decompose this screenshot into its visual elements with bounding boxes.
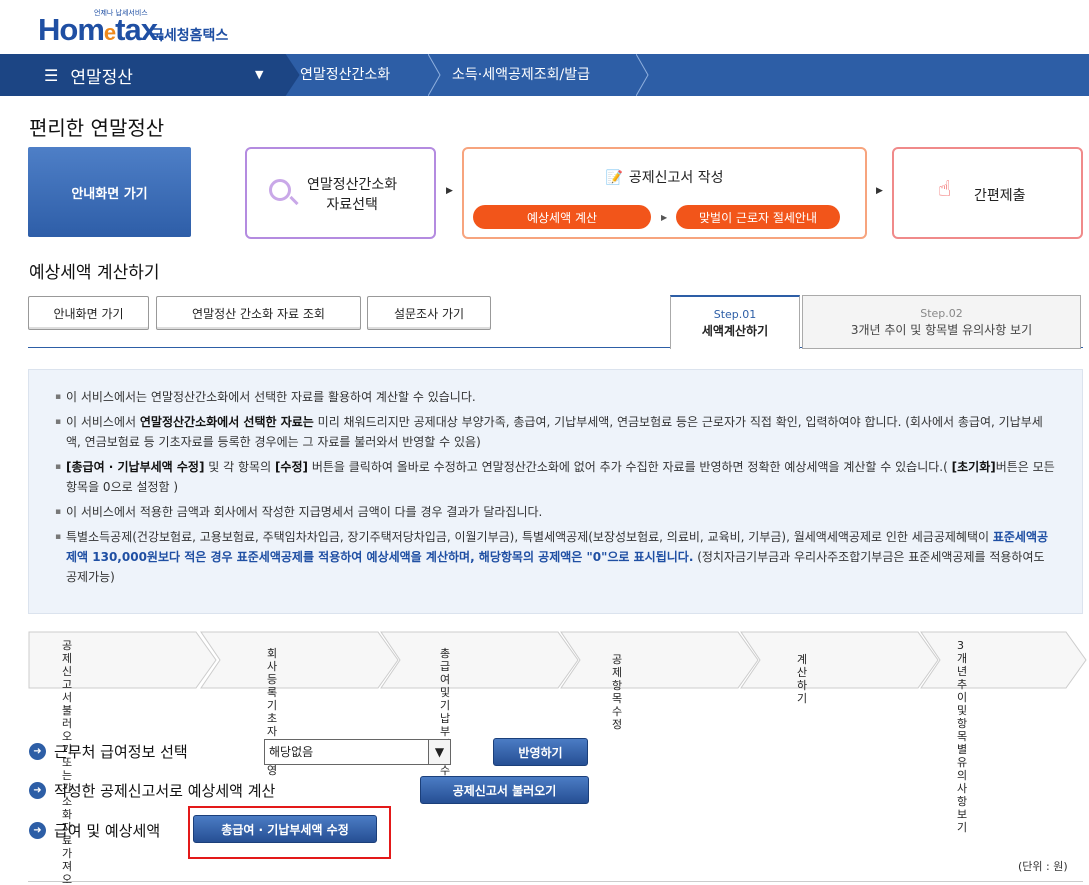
info-item: 이 서비스에서는 연말정산간소화에서 선택한 자료를 활용하여 계산할 수 있습… [55, 387, 1056, 407]
flow-label: 계산하기 [797, 653, 808, 705]
menu-dropdown[interactable]: ☰ 연말정산 ▼ [0, 54, 285, 96]
salary-estimate-row: ➜ 급여 및 예상세액 [29, 820, 160, 841]
form-estimate-row: ➜ 작성한 공제신고서로 예상세액 계산 [29, 780, 275, 801]
select-value: 해당없음 [269, 745, 314, 759]
pointer-hand-icon: ☝ [938, 177, 952, 202]
flow-label: 총급여 및기납부세액 수정 [440, 647, 451, 790]
arrow-right-icon: ▶ [876, 186, 883, 196]
workplace-salary-row: ➜ 근무처 급여정보 선택 [29, 741, 188, 762]
load-deduction-form-button[interactable]: 공제신고서 불러오기 [420, 776, 589, 804]
hamburger-icon: ☰ [44, 65, 59, 85]
row-label: 근무처 급여정보 선택 [54, 743, 188, 761]
arrow-right-icon: ▶ [661, 213, 668, 222]
unit-label: (단위 : 원) [1018, 860, 1068, 873]
info-item: 이 서비스에서 적용한 금액과 회사에서 작성한 지급명세서 금액이 다를 경우… [55, 502, 1056, 522]
chevron-down-icon: ▼ [255, 68, 264, 81]
arrow-circle-icon: ➜ [29, 782, 46, 799]
tab-step-number: Step.01 [713, 308, 757, 321]
magnifier-icon [269, 179, 291, 201]
step-simplified-data[interactable]: 연말정산간소화 자료선택 [245, 147, 436, 239]
menu-title: 연말정산 [70, 67, 133, 88]
tab-step-number: Step.02 [920, 307, 963, 320]
breadcrumb-separator [636, 54, 649, 96]
arrow-circle-icon: ➜ [29, 743, 46, 760]
divider [28, 881, 1083, 882]
step-easy-submit[interactable]: ☝ 간편제출 [892, 147, 1083, 239]
section-title: 예상세액 계산하기 [29, 263, 160, 283]
tab-step1[interactable]: Step.01 세액계산하기 [670, 295, 800, 349]
hometax-logo[interactable]: 언제나 납세서비스 Hometax. 국세청홈택스 [38, 4, 258, 50]
row-label: 작성한 공제신고서로 예상세액 계산 [54, 782, 276, 800]
workplace-select[interactable]: 해당없음 ▼ [264, 739, 451, 765]
estimate-tax-button[interactable]: 예상세액 계산 [473, 205, 651, 229]
flow-label: 3개년 추이 및 항목별 유의사항보기 [957, 639, 968, 834]
breadcrumb-separator [428, 54, 441, 96]
lookup-simplified-button[interactable]: 연말정산 간소화 자료 조회 [156, 296, 361, 330]
info-item: 특별소득공제(건강보험료, 고용보험료, 주택임차차입금, 장기주택저당차입금,… [55, 527, 1056, 587]
tab-label: 3개년 추이 및 항목별 유의사항 보기 [850, 323, 1033, 337]
logo-brand: Hometax. [38, 12, 166, 47]
top-nav: ☰ 연말정산 ▼ 연말정산간소화 소득·세액공제조회/발급 [0, 54, 1089, 96]
dual-income-guide-button[interactable]: 맞벌이 근로자 절세안내 [676, 205, 840, 229]
flow-label: 공제신고서 불러오기또는간소화자료 가져오기 [62, 639, 73, 885]
process-flow: 공제신고서 불러오기또는간소화자료 가져오기 회사등록기초자료반영 총급여 및기… [28, 631, 1088, 885]
step3-label: 간편제출 [974, 188, 1026, 204]
step2-label: 공제신고서 작성 [628, 170, 724, 186]
arrow-right-icon: ▶ [446, 186, 453, 196]
breadcrumb-item-1[interactable]: 연말정산간소화 [300, 54, 390, 96]
breadcrumb-item-2[interactable]: 소득·세액공제조회/발급 [452, 54, 590, 96]
edit-salary-tax-button[interactable]: 총급여 · 기납부세액 수정 [193, 815, 377, 843]
tab-label: 세액계산하기 [701, 324, 769, 338]
chevron-down-icon[interactable]: ▼ [428, 740, 450, 764]
tab-step2[interactable]: Step.02 3개년 추이 및 항목별 유의사항 보기 [802, 295, 1081, 349]
form-edit-icon: 📝 [605, 170, 623, 186]
arrow-circle-icon: ➜ [29, 822, 46, 839]
survey-button[interactable]: 설문조사 가기 [367, 296, 491, 330]
step1-label: 연말정산간소화 자료선택 [307, 177, 398, 213]
info-item: [총급여 · 기납부세액 수정] 및 각 항목의 [수정] 버튼을 클릭하여 올… [55, 457, 1056, 497]
page-title: 편리한 연말정산 [29, 116, 165, 140]
row-label: 급여 및 예상세액 [54, 822, 161, 840]
guide-button[interactable]: 안내화면 가기 [28, 296, 149, 330]
guide-screen-button[interactable]: 안내화면 가기 [28, 147, 191, 237]
step-deduction-form: 📝 공제신고서 작성 예상세액 계산 ▶ 맞벌이 근로자 절세안내 [462, 147, 867, 239]
apply-button[interactable]: 반영하기 [493, 738, 588, 766]
info-item: 이 서비스에서 연말정산간소화에서 선택한 자료는 미리 채워드리지만 공제대상… [55, 412, 1056, 452]
info-notice-box: 이 서비스에서는 연말정산간소화에서 선택한 자료를 활용하여 계산할 수 있습… [28, 369, 1083, 614]
flow-label: 공제항목수정 [612, 653, 623, 731]
logo-korean: 국세청홈택스 [151, 28, 229, 44]
